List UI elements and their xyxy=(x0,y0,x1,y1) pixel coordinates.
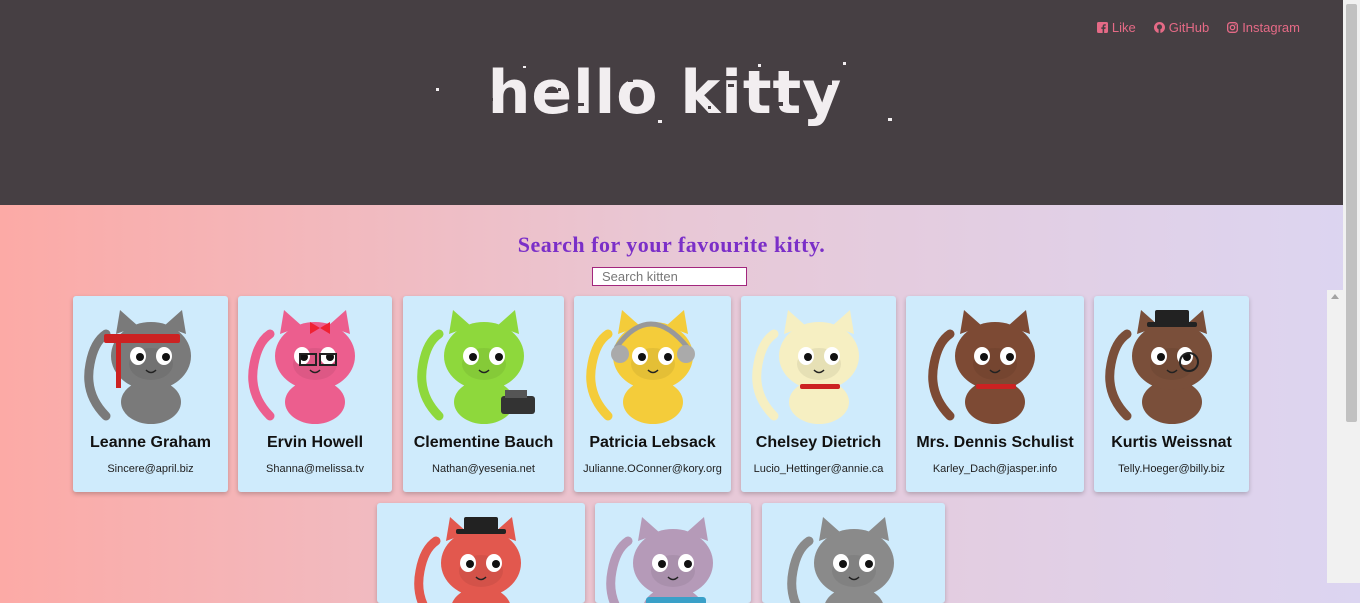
kitty-avatar-icon xyxy=(414,517,521,603)
scrollbar-thumb[interactable] xyxy=(1346,4,1357,422)
kitty-email: Lucio_Hettinger@annie.ca xyxy=(753,463,884,475)
instagram-icon xyxy=(1227,22,1239,33)
kitty-card[interactable]: Chelsey Dietrich Lucio_Hettinger@annie.ca xyxy=(741,296,896,492)
nav-like-label: Like xyxy=(1111,20,1136,35)
kitty-card[interactable]: Ervin Howell Shanna@melissa.tv xyxy=(238,296,392,492)
search-headline: Search for your favourite kitty. xyxy=(517,232,826,257)
facebook-icon xyxy=(1096,22,1108,33)
kitty-avatar-icon xyxy=(83,310,191,424)
inner-scrollbar[interactable] xyxy=(1327,290,1343,583)
kitty-avatar-icon xyxy=(248,310,355,424)
kitty-email: Julianne.OConner@kory.org xyxy=(583,463,722,475)
nav-github-label: GitHub xyxy=(1168,20,1210,35)
kitty-email: Sincere@april.biz xyxy=(107,463,194,475)
kitty-avatar-icon xyxy=(606,517,713,603)
kitty-card[interactable]: Kurtis Weissnat Telly.Hoeger@billy.biz xyxy=(1094,296,1249,492)
kitty-card[interactable] xyxy=(595,503,751,603)
kitty-avatar-icon xyxy=(786,517,894,603)
kitty-email: Shanna@melissa.tv xyxy=(266,463,364,475)
kitty-name: Patricia Lebsack xyxy=(589,434,716,451)
kitty-name: Mrs. Dennis Schulist xyxy=(916,434,1074,451)
kitty-card[interactable]: Leanne Graham Sincere@april.biz xyxy=(73,296,228,492)
nav-instagram-label: Instagram xyxy=(1242,20,1300,35)
search-input[interactable] xyxy=(592,267,747,286)
kitty-email: Telly.Hoeger@billy.biz xyxy=(1118,463,1225,475)
kitty-card[interactable] xyxy=(377,503,585,603)
nav-like-link[interactable]: Like xyxy=(1096,20,1136,35)
hello-kitty-logo: hello kitty xyxy=(436,58,892,128)
kitty-name: Clementine Bauch xyxy=(413,434,554,451)
kitty-avatar-icon xyxy=(751,310,859,424)
kitty-card[interactable]: Mrs. Dennis Schulist Karley_Dach@jasper.i… xyxy=(906,296,1084,492)
kitty-card[interactable]: Patricia Lebsack Julianne.OConner@kory.or… xyxy=(574,296,731,492)
kitty-avatar-icon xyxy=(416,310,535,424)
kitty-email: Nathan@yesenia.net xyxy=(432,463,535,475)
page-scrollbar[interactable] xyxy=(1343,0,1360,583)
kitty-card[interactable] xyxy=(762,503,945,603)
kitty-avatar-icon xyxy=(928,310,1035,424)
header: Like GitHub Instagram hello kitty xyxy=(0,0,1343,205)
nav-instagram-link[interactable]: Instagram xyxy=(1227,20,1300,35)
kitty-name: Ervin Howell xyxy=(266,434,364,451)
social-nav: Like GitHub Instagram xyxy=(1096,20,1300,35)
kitty-avatar-icon xyxy=(585,310,695,424)
kitty-name: Leanne Graham xyxy=(90,434,211,451)
kitty-email: Karley_Dach@jasper.info xyxy=(932,463,1058,475)
kitty-card[interactable]: Clementine Bauch Nathan@yesenia.net xyxy=(403,296,564,492)
github-icon xyxy=(1153,22,1165,33)
kitty-name: Chelsey Dietrich xyxy=(755,434,882,451)
scroll-up-arrow-icon[interactable] xyxy=(1331,294,1339,299)
nav-github-link[interactable]: GitHub xyxy=(1153,20,1210,35)
logo-text: hello kitty xyxy=(488,58,843,128)
kitty-avatar-icon xyxy=(1104,310,1212,424)
kitty-name: Kurtis Weissnat xyxy=(1111,434,1232,451)
